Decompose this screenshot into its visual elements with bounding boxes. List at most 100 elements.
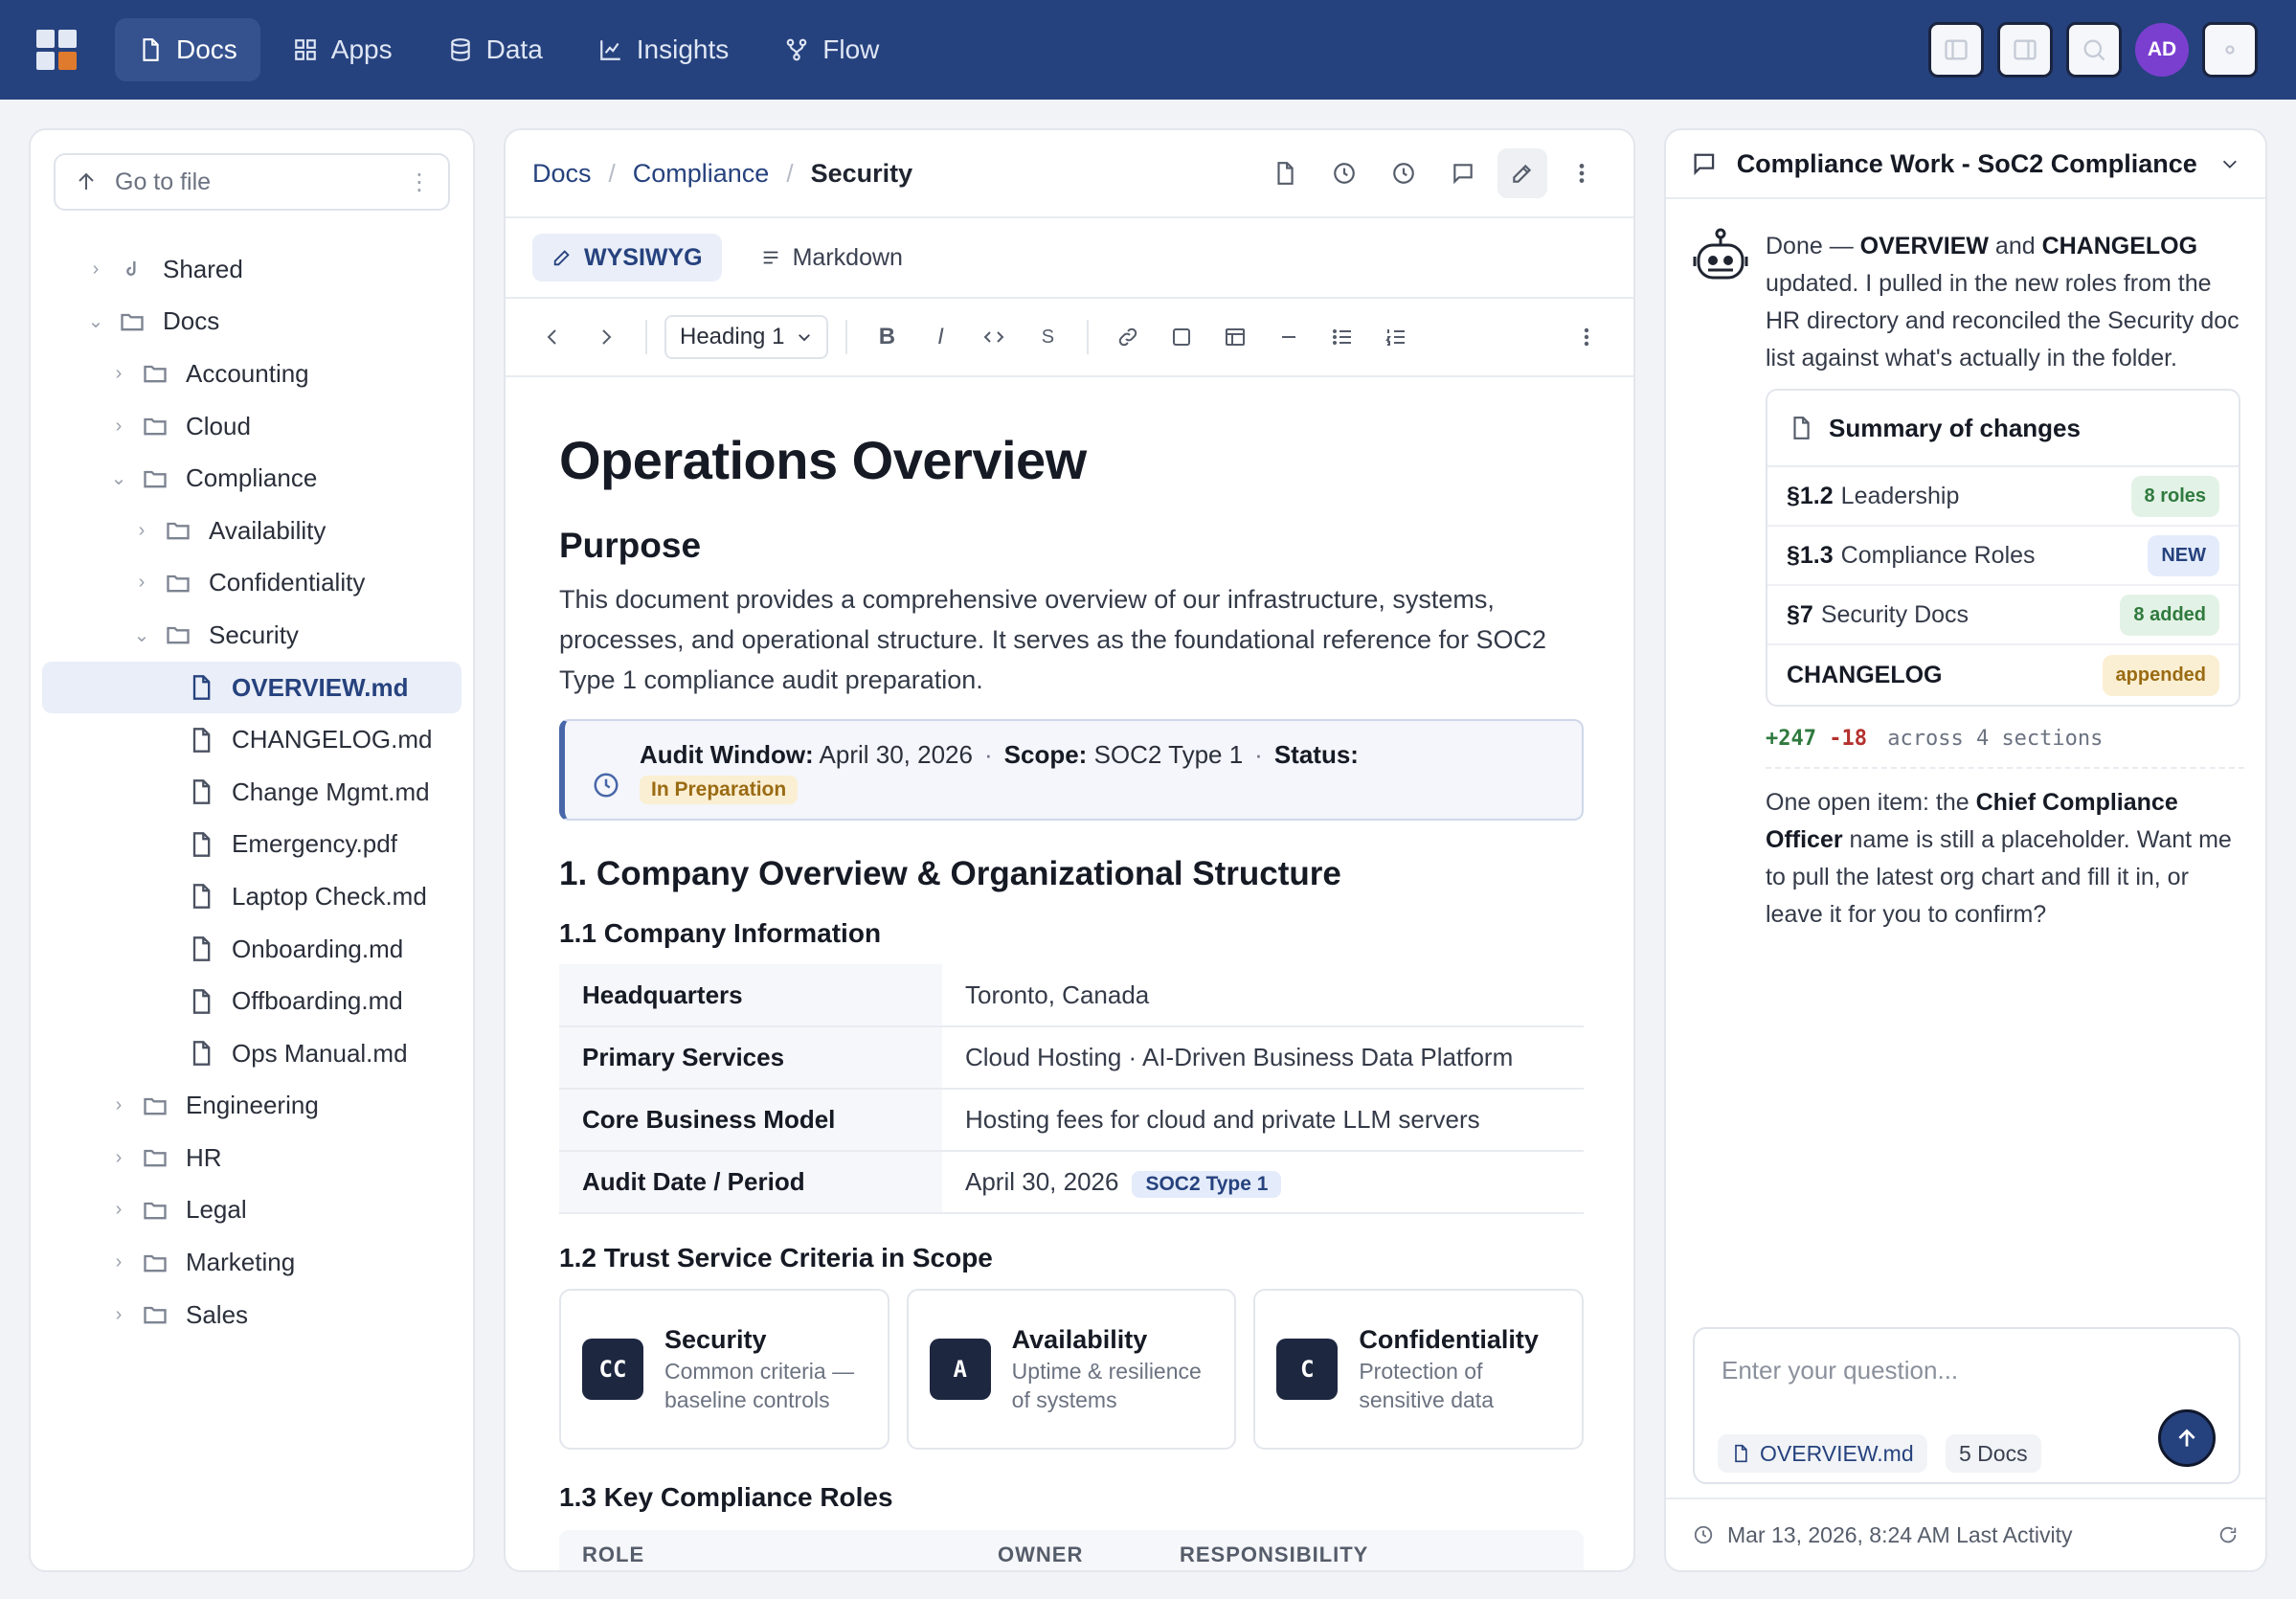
audit-type-badge: SOC2 Type 1 bbox=[1132, 1170, 1282, 1198]
breadcrumb-docs[interactable]: Docs bbox=[532, 159, 592, 189]
numbered-list-button[interactable] bbox=[1374, 315, 1418, 359]
tree-folder-hr[interactable]: › HR bbox=[31, 1132, 473, 1184]
tree-folder-sales[interactable]: › Sales bbox=[31, 1289, 473, 1341]
chevron-down-icon[interactable]: ⌄ bbox=[107, 466, 130, 490]
document-title: Operations Overview bbox=[559, 430, 1087, 490]
file-info-button[interactable] bbox=[1260, 148, 1310, 198]
tree-item-label: Offboarding.md bbox=[232, 986, 403, 1016]
horizontal-rule-button[interactable] bbox=[1267, 315, 1311, 359]
nav-tab-label: Docs bbox=[176, 34, 237, 64]
tree-folder-accounting[interactable]: › Accounting bbox=[31, 348, 473, 400]
document-body[interactable]: Operations Overview Purpose This documen… bbox=[559, 377, 1585, 1570]
numbered-list-icon bbox=[1385, 329, 1406, 346]
bold-button[interactable]: B bbox=[865, 315, 909, 359]
toggle-left-panel-button[interactable] bbox=[1928, 22, 1984, 78]
chevron-right-icon[interactable]: › bbox=[107, 363, 130, 385]
grid-icon bbox=[294, 39, 316, 60]
tree-file-changelog-md[interactable]: CHANGELOG.md bbox=[31, 713, 473, 766]
chevron-right-icon[interactable]: › bbox=[130, 572, 153, 594]
tree-folder-marketing[interactable]: › Marketing bbox=[31, 1236, 473, 1289]
toggle-right-panel-button[interactable] bbox=[1997, 22, 2053, 78]
col-role: ROLE bbox=[582, 1543, 645, 1566]
nav-tab-insights[interactable]: Insights bbox=[575, 18, 753, 81]
toolbar-more-button[interactable] bbox=[1564, 315, 1609, 359]
nav-tab-label: Flow bbox=[822, 34, 880, 64]
tree-folder-compliance[interactable]: ⌄ Compliance bbox=[31, 452, 473, 505]
tree-folder-docs[interactable]: ⌄ Docs bbox=[31, 296, 473, 349]
link-button[interactable] bbox=[1106, 315, 1150, 359]
code-button[interactable] bbox=[972, 315, 1016, 359]
scope-label: Scope: bbox=[1003, 740, 1088, 769]
status-button[interactable] bbox=[2202, 22, 2258, 78]
clock-icon bbox=[1334, 163, 1355, 184]
nav-tab-docs[interactable]: Docs bbox=[115, 18, 260, 81]
tree-folder-shared[interactable]: › Shared bbox=[31, 243, 473, 296]
chevron-down-icon[interactable] bbox=[2219, 153, 2240, 174]
summary-row[interactable]: §1.2 Leadership 8 roles bbox=[1767, 467, 2239, 527]
more-button[interactable] bbox=[1557, 148, 1607, 198]
breadcrumb-compliance[interactable]: Compliance bbox=[633, 159, 770, 189]
user-avatar[interactable]: AD bbox=[2135, 23, 2189, 77]
chat-header[interactable]: Compliance Work - SoC2 Compliance bbox=[1666, 130, 2265, 199]
tree-file-overview-md[interactable]: OVERVIEW.md bbox=[42, 661, 461, 714]
chat-input[interactable]: Enter your question... OVERVIEW.md 5 Doc… bbox=[1693, 1327, 2240, 1484]
history-button[interactable] bbox=[1319, 148, 1369, 198]
redo-button[interactable] bbox=[584, 315, 628, 359]
tree-file-ops-manual-md[interactable]: Ops Manual.md bbox=[31, 1027, 473, 1080]
summary-row[interactable]: §7 Security Docs 8 added bbox=[1767, 586, 2239, 645]
nav-tab-apps[interactable]: Apps bbox=[270, 18, 416, 81]
tree-folder-engineering[interactable]: › Engineering bbox=[31, 1080, 473, 1133]
comments-button[interactable] bbox=[1438, 148, 1488, 198]
versions-button[interactable] bbox=[1379, 148, 1429, 198]
send-button[interactable] bbox=[2158, 1409, 2216, 1467]
summary-pill: 8 roles bbox=[2130, 475, 2219, 517]
chevron-right-icon[interactable]: › bbox=[130, 520, 153, 542]
chevron-right-icon[interactable]: › bbox=[107, 1147, 130, 1169]
more-options-icon[interactable]: ⋮ bbox=[408, 169, 431, 196]
tree-item-label: Shared bbox=[163, 254, 243, 283]
search-button[interactable] bbox=[2066, 22, 2122, 78]
assistant-chat-panel: Compliance Work - SoC2 Compliance Done —… bbox=[1664, 128, 2267, 1572]
go-to-file-input[interactable]: Go to file ⋮ bbox=[54, 153, 450, 211]
chevron-right-icon[interactable]: › bbox=[107, 1199, 130, 1221]
nav-tab-data[interactable]: Data bbox=[425, 18, 566, 81]
tree-folder-availability[interactable]: › Availability bbox=[31, 505, 473, 557]
app-logo[interactable] bbox=[36, 30, 77, 70]
tree-file-emergency-pdf[interactable]: Emergency.pdf bbox=[31, 819, 473, 871]
summary-row[interactable]: §1.3 Compliance Roles NEW bbox=[1767, 527, 2239, 586]
context-file-chip[interactable]: OVERVIEW.md bbox=[1718, 1434, 1927, 1473]
heading-select[interactable]: Heading 1 bbox=[664, 315, 829, 359]
tree-folder-cloud[interactable]: › Cloud bbox=[31, 400, 473, 453]
tree-folder-security[interactable]: ⌄ Security bbox=[31, 609, 473, 662]
table-icon bbox=[1226, 328, 1246, 346]
summary-ref: §1.3 bbox=[1787, 541, 1834, 569]
chevron-right-icon[interactable]: › bbox=[107, 1304, 130, 1326]
chevron-right-icon[interactable]: › bbox=[107, 1094, 130, 1116]
summary-row[interactable]: CHANGELOG appended bbox=[1767, 645, 2239, 705]
mode-wysiwyg-tab[interactable]: WYSIWYG bbox=[532, 234, 722, 282]
undo-button[interactable] bbox=[530, 315, 574, 359]
strikethrough-button[interactable]: S bbox=[1025, 315, 1069, 359]
tree-folder-confidentiality[interactable]: › Confidentiality bbox=[31, 557, 473, 610]
chevron-down-icon[interactable]: ⌄ bbox=[84, 309, 107, 333]
nav-tab-flow[interactable]: Flow bbox=[761, 18, 902, 81]
tree-folder-legal[interactable]: › Legal bbox=[31, 1184, 473, 1237]
tree-file-onboarding-md[interactable]: Onboarding.md bbox=[31, 923, 473, 976]
mode-markdown-tab[interactable]: Markdown bbox=[741, 234, 922, 282]
checkbox-button[interactable] bbox=[1159, 315, 1204, 359]
tree-file-offboarding-md[interactable]: Offboarding.md bbox=[31, 975, 473, 1027]
chevron-right-icon[interactable]: › bbox=[107, 416, 130, 438]
italic-button[interactable]: I bbox=[918, 315, 962, 359]
chevron-right-icon[interactable]: › bbox=[107, 1251, 130, 1273]
arrow-up-icon bbox=[2178, 1429, 2195, 1447]
edit-button[interactable] bbox=[1497, 148, 1547, 198]
chevron-right-icon[interactable]: › bbox=[84, 259, 107, 281]
refresh-icon[interactable] bbox=[2217, 1524, 2239, 1545]
bullet-list-button[interactable] bbox=[1320, 315, 1364, 359]
table-button[interactable] bbox=[1213, 315, 1257, 359]
context-docs-chip[interactable]: 5 Docs bbox=[1946, 1434, 2041, 1473]
criteria-desc: Uptime & resilience of systems bbox=[1011, 1358, 1202, 1412]
chevron-down-icon[interactable]: ⌄ bbox=[130, 623, 153, 647]
tree-file-laptop-check-md[interactable]: Laptop Check.md bbox=[31, 870, 473, 923]
tree-file-change-mgmt-md[interactable]: Change Mgmt.md bbox=[31, 766, 473, 819]
